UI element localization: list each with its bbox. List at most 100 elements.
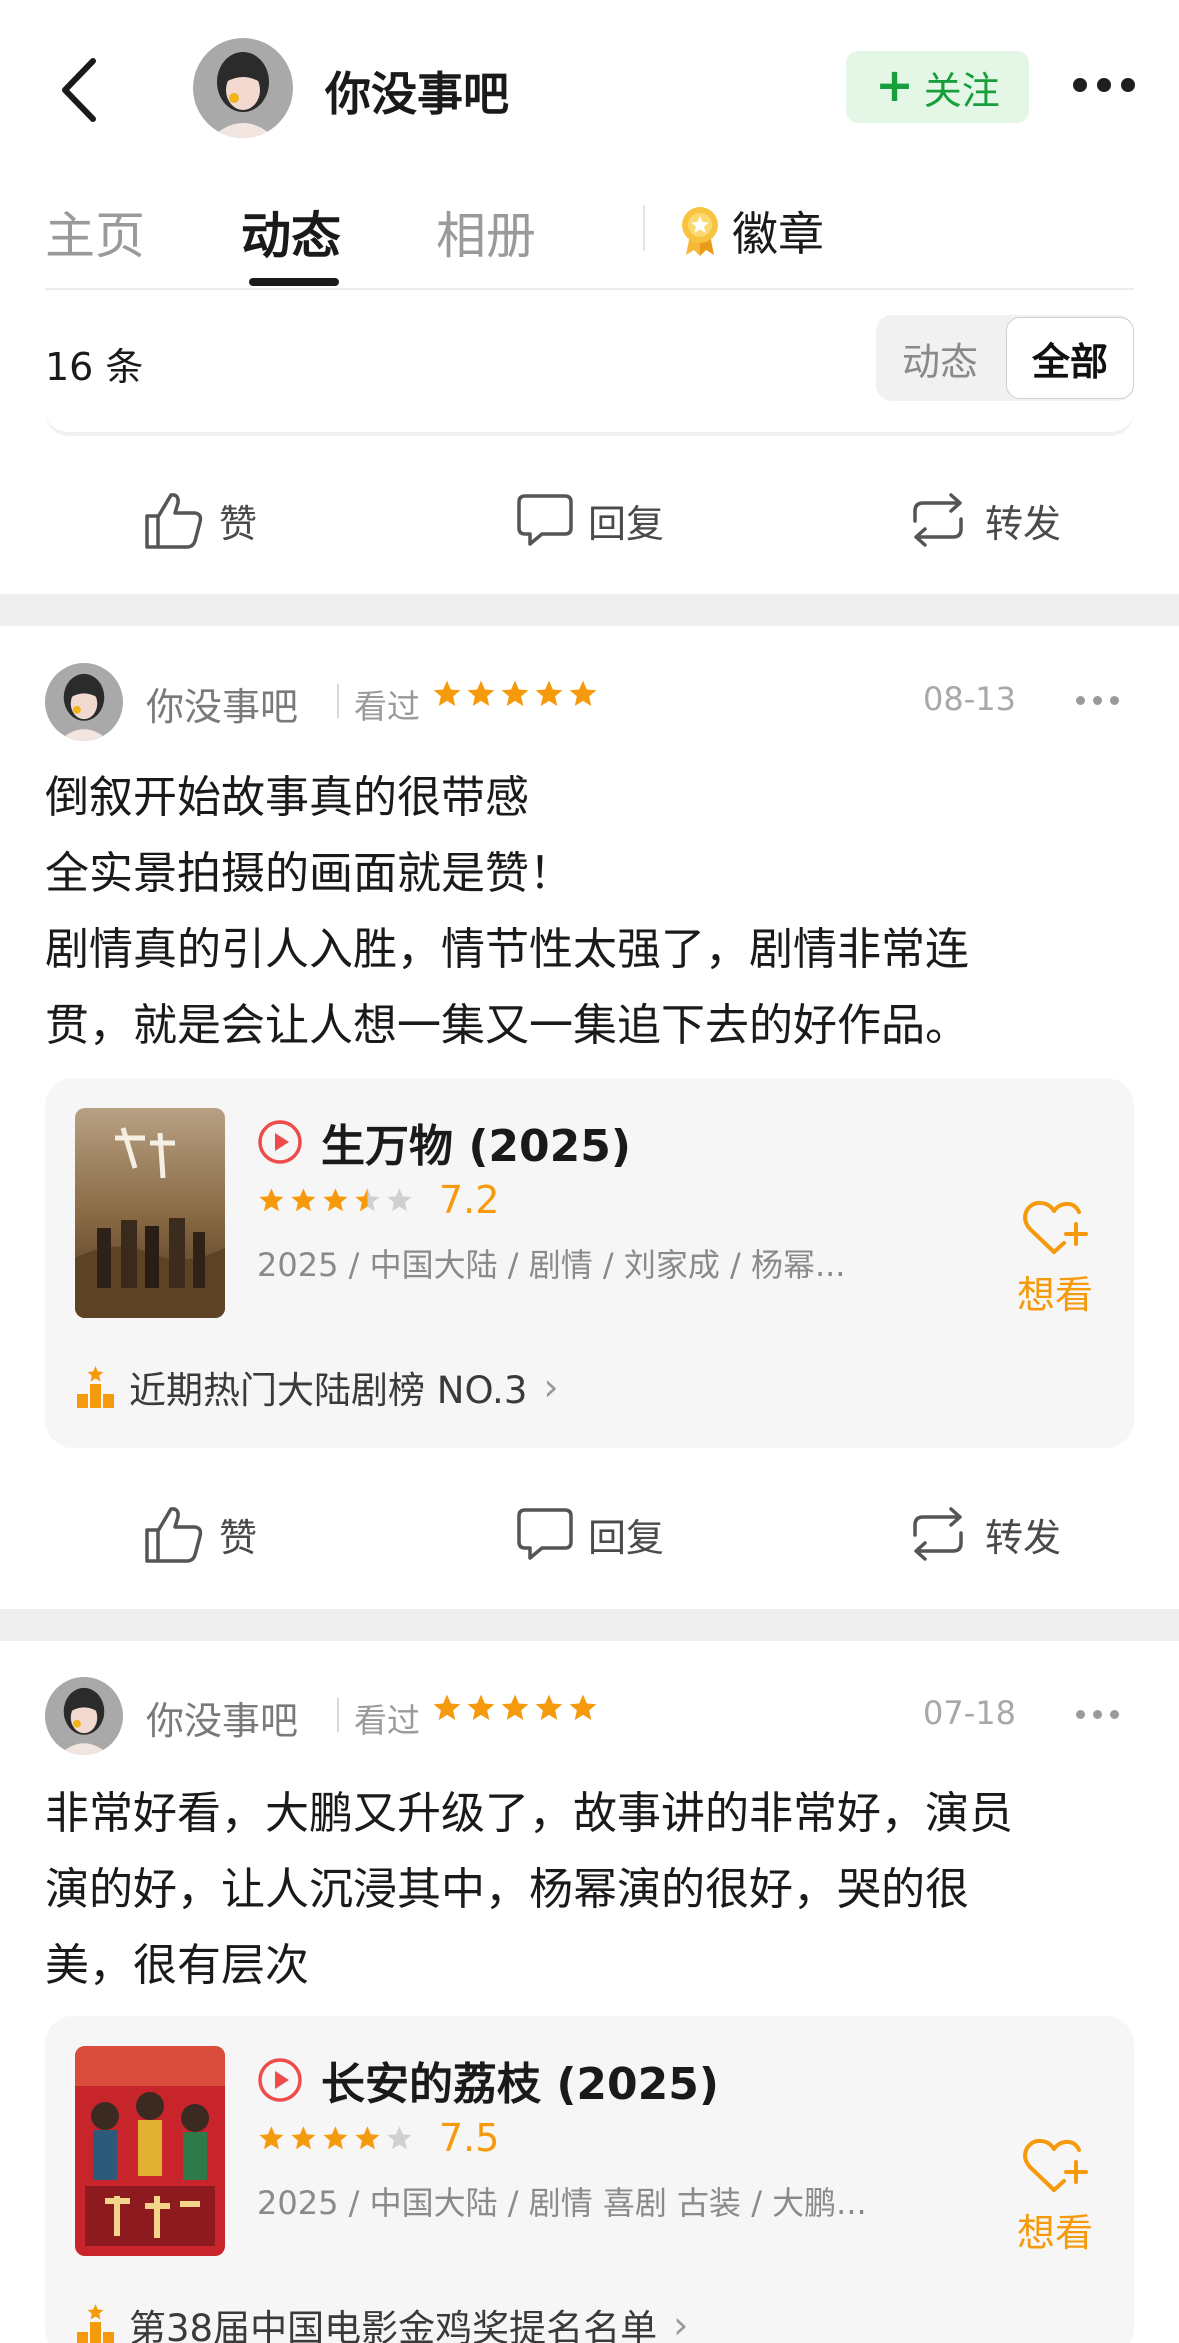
more-dot (1110, 696, 1119, 705)
more-dot (1093, 1710, 1102, 1719)
want-label: 想看 (1016, 2211, 1093, 2255)
post-more-button[interactable] (1076, 696, 1119, 705)
badges-label: 徽章 (732, 207, 824, 261)
star-icon (501, 1694, 529, 1720)
tab-home[interactable]: 主页 (45, 196, 145, 268)
like-label: 赞 (219, 501, 258, 546)
star-icon (569, 680, 597, 706)
subject-card[interactable]: 长安的荔枝 (2025) 7.5 2025 / 中国大陆 / 剧情 喜剧 古装 … (45, 2016, 1134, 2343)
subject-score: 7.5 (439, 2116, 500, 2160)
star-icon (535, 680, 563, 706)
heart-plus-icon (1023, 2138, 1088, 2192)
comment-icon (517, 494, 573, 546)
more-options-button[interactable] (1073, 78, 1135, 92)
back-button[interactable] (55, 55, 105, 125)
star-icon (501, 680, 529, 706)
section-separator (0, 1609, 1179, 1641)
more-dot (1097, 78, 1111, 92)
subject-title[interactable]: 生万物 (2025) (321, 1110, 631, 1174)
post-date: 07-18 (923, 1694, 1016, 1732)
chevron-right-icon: › (673, 2303, 689, 2343)
post-date: 08-13 (923, 680, 1016, 718)
post-header: 你没事吧 看过 07-18 (0, 1670, 1179, 1760)
repost-icon (913, 1507, 963, 1561)
like-button[interactable]: 赞 (143, 470, 257, 570)
thumbs-up-icon (145, 493, 203, 549)
tab-badges[interactable]: 徽章 (678, 198, 824, 264)
tab-divider (643, 205, 645, 251)
repost-label: 转发 (985, 501, 1062, 546)
watch-status: 看过 (354, 1701, 420, 1740)
chevron-left-icon (62, 58, 96, 122)
reply-label: 回复 (588, 501, 665, 546)
want-label: 想看 (1016, 1273, 1093, 1317)
play-icon (258, 2058, 302, 2102)
ranking-icon (77, 1366, 114, 1408)
star-icon (569, 1694, 597, 1720)
more-dot (1093, 696, 1102, 705)
more-dot (1110, 1710, 1119, 1719)
chevron-right-icon: › (543, 1365, 559, 1409)
subject-card[interactable]: 生万物 (2025) 7.2 2025 / 中国大陆 / 剧情 / 刘家成 / … (45, 1078, 1134, 1448)
post-text: 非常好看，大鹏又升级了，故事讲的非常好，演员 演的好，让人沉浸其中，杨幂演的很好… (45, 1788, 1013, 1991)
post-header: 你没事吧 看过 08-13 (0, 656, 1179, 746)
plus-icon: + (875, 58, 914, 112)
post-count: 16 条 (45, 345, 144, 389)
want-to-watch-button[interactable]: 想看 (1005, 2136, 1105, 2257)
previous-card-edge (45, 412, 1134, 436)
post-author-name[interactable]: 你没事吧 (146, 676, 298, 731)
star-icon (433, 1694, 461, 1720)
tab-album[interactable]: 相册 (436, 196, 536, 268)
post-author-avatar[interactable] (45, 663, 123, 741)
action-bar: 赞 回复 转发 (0, 1484, 1179, 1584)
tab-activity[interactable]: 动态 (241, 196, 341, 268)
ranking-label: 第38届中国电影金鸡奖提名名单 (129, 2307, 658, 2343)
user-rating-stars (431, 678, 599, 710)
subject-title-row: 生万物 (2025) (257, 1110, 631, 1174)
ranking-link[interactable]: 第38届中国电影金鸡奖提名名单 › (75, 2298, 688, 2343)
section-separator (0, 594, 1179, 626)
more-dot (1073, 78, 1087, 92)
follow-button[interactable]: + 关注 (846, 51, 1029, 123)
follow-label: 关注 (923, 68, 1000, 113)
rating-stars (259, 2126, 412, 2150)
subject-title-row: 长安的荔枝 (2025) (257, 2048, 719, 2112)
subject-rating: 7.2 (257, 1178, 499, 1222)
profile-avatar[interactable] (193, 38, 293, 138)
subject-title[interactable]: 长安的荔枝 (2025) (321, 2048, 719, 2112)
comment-icon (517, 1508, 573, 1560)
star-icon (467, 680, 495, 706)
user-rating-stars (431, 1692, 599, 1724)
reply-button[interactable]: 回复 (516, 1484, 664, 1584)
rating-stars (259, 1188, 412, 1212)
play-icon (258, 1120, 302, 1164)
profile-name: 你没事吧 (325, 67, 509, 121)
meta-divider (337, 684, 339, 718)
ranking-link[interactable]: 近期热门大陆剧榜 NO.3 › (75, 1360, 559, 1414)
filter-option-all[interactable]: 全部 (1006, 317, 1134, 399)
repost-button[interactable]: 转发 (905, 470, 1061, 570)
subject-poster[interactable] (75, 1108, 225, 1318)
want-to-watch-button[interactable]: 想看 (1005, 1198, 1105, 1319)
post-more-button[interactable] (1076, 1710, 1119, 1719)
subject-score: 7.2 (439, 1178, 500, 1222)
like-button[interactable]: 赞 (143, 1484, 257, 1584)
medal-icon (682, 207, 718, 256)
subject-info: 2025 / 中国大陆 / 剧情 / 刘家成 / 杨幂... (257, 1246, 846, 1284)
more-dot (1121, 78, 1135, 92)
post-author-name[interactable]: 你没事吧 (146, 1690, 298, 1745)
like-label: 赞 (219, 1515, 258, 1560)
top-bar: 你没事吧 + 关注 (0, 0, 1179, 170)
subject-poster[interactable] (75, 2046, 225, 2256)
post-author-avatar[interactable] (45, 1677, 123, 1755)
repost-label: 转发 (985, 1515, 1062, 1560)
filter-option-activity[interactable]: 动态 (876, 315, 1004, 401)
reply-button[interactable]: 回复 (516, 470, 664, 570)
star-icon (433, 680, 461, 706)
repost-button[interactable]: 转发 (905, 1484, 1061, 1584)
tabs-underline (45, 288, 1134, 290)
watch-status: 看过 (354, 687, 420, 726)
ranking-label: 近期热门大陆剧榜 NO.3 (129, 1369, 528, 1412)
filter-segmented-control: 动态 全部 (876, 315, 1134, 401)
profile-tabs: 主页 动态 相册 徽章 (0, 180, 1179, 292)
